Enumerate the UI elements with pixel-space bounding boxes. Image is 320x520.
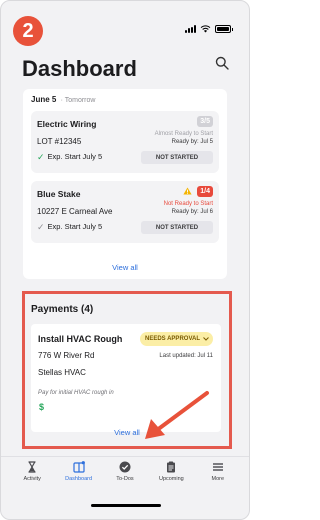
ready-by-date: Ready by: Jul 6 bbox=[171, 209, 213, 215]
day-relative: · Tomorrow bbox=[60, 97, 96, 104]
page-title: Dashboard bbox=[22, 56, 137, 81]
last-updated: Last updated: Jul 11 bbox=[159, 353, 213, 359]
status-icons bbox=[185, 25, 233, 33]
tab-label: Activity bbox=[23, 476, 41, 482]
task-subtitle: 10227 E Carneal Ave bbox=[37, 207, 113, 216]
menu-icon bbox=[212, 463, 223, 471]
status-badge: NOT STARTED bbox=[141, 151, 213, 164]
hourglass-icon bbox=[28, 461, 36, 473]
dashboard-content[interactable]: June 5 · Tomorrow Electric Wiring 3/5 LO… bbox=[23, 89, 227, 279]
phone-frame: 2 Dashboard June 5 · Tomorrow Electric W… bbox=[0, 0, 250, 520]
step-number-badge: 2 bbox=[13, 16, 43, 46]
expected-start: ✓ Exp. Start July 5 bbox=[37, 152, 102, 161]
check-circle-icon bbox=[119, 461, 131, 473]
status-badge: NOT STARTED bbox=[141, 221, 213, 234]
ready-by-date: Ready by: Jul 5 bbox=[171, 139, 213, 145]
payment-title: Install HVAC Rough bbox=[38, 334, 123, 344]
day-date: June 5 bbox=[31, 95, 57, 104]
tab-activity[interactable]: Activity bbox=[12, 457, 52, 490]
tab-label: Dashboard bbox=[65, 476, 93, 482]
needs-approval-label: NEEDS APPROVAL bbox=[144, 336, 200, 342]
expected-start: ✓ Exp. Start July 5 bbox=[37, 222, 102, 231]
search-icon[interactable] bbox=[215, 56, 229, 70]
tab-bar: Activity Dashboard To-Dos Upcoming More bbox=[1, 456, 249, 490]
day-section: June 5 · Tomorrow Electric Wiring 3/5 LO… bbox=[23, 89, 227, 279]
tab-label: More bbox=[211, 476, 225, 482]
payment-description: Pay for initial HVAC rough in bbox=[38, 390, 114, 396]
view-all-link[interactable]: View all bbox=[23, 263, 227, 272]
check-icon: ✓ bbox=[37, 221, 45, 232]
task-card[interactable]: Blue Stake 1/4 10227 E Carneal Ave Not R… bbox=[31, 181, 219, 243]
payment-address: 776 W River Rd bbox=[38, 351, 95, 360]
task-subtitle: LOT #12345 bbox=[37, 137, 82, 146]
task-title: Electric Wiring bbox=[37, 119, 97, 129]
header: Dashboard bbox=[22, 56, 231, 86]
day-header: June 5 · Tomorrow bbox=[31, 95, 219, 104]
home-indicator bbox=[91, 504, 161, 507]
tab-label: To-Dos bbox=[116, 476, 134, 482]
needs-approval-badge: NEEDS APPROVAL bbox=[139, 332, 213, 346]
clipboard-icon bbox=[167, 461, 176, 473]
task-count-badge: 3/5 bbox=[197, 116, 213, 127]
readiness-status: Not Ready to Start bbox=[163, 201, 213, 207]
signal-icon bbox=[185, 25, 196, 33]
expected-start-label: Exp. Start July 5 bbox=[47, 152, 103, 161]
check-icon: ✓ bbox=[37, 151, 45, 162]
chevron-down-icon bbox=[203, 337, 209, 341]
warning-icon bbox=[183, 187, 192, 195]
task-count-badge: 1/4 bbox=[197, 186, 213, 197]
tab-dashboard[interactable]: Dashboard bbox=[59, 457, 99, 490]
readiness-status: Almost Ready to Start bbox=[154, 131, 213, 137]
dashboard-icon bbox=[72, 461, 85, 473]
task-title: Blue Stake bbox=[37, 189, 81, 199]
battery-icon bbox=[215, 25, 233, 33]
payment-company: Stellas HVAC bbox=[38, 368, 86, 377]
expected-start-label: Exp. Start July 5 bbox=[47, 222, 103, 231]
tab-more[interactable]: More bbox=[198, 457, 238, 490]
wifi-icon bbox=[200, 25, 211, 33]
dollar-icon: $ bbox=[39, 402, 45, 412]
tab-todos[interactable]: To-Dos bbox=[105, 457, 145, 490]
tab-upcoming[interactable]: Upcoming bbox=[151, 457, 191, 490]
annotation-arrow-icon bbox=[145, 391, 209, 439]
payments-title: Payments (4) bbox=[31, 304, 94, 315]
task-card[interactable]: Electric Wiring 3/5 LOT #12345 Almost Re… bbox=[31, 111, 219, 173]
tab-label: Upcoming bbox=[158, 476, 184, 482]
